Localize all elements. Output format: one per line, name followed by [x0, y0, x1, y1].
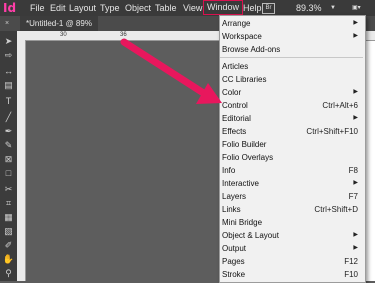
close-icon[interactable]: ×: [5, 16, 9, 31]
menu-separator: [220, 57, 363, 58]
bridge-button[interactable]: Br: [262, 3, 275, 14]
menu-item-label: Interactive: [222, 179, 259, 188]
menu-view[interactable]: View: [183, 0, 202, 16]
menu-item-label: CC Libraries: [222, 75, 267, 84]
menu-item-label: Articles: [222, 62, 249, 71]
tools-panel: ➤ ⇨ ↔ ▤ T ╱ ✒ ✎ ⊠ □ ✂ ⌗ ▦ ▧ ✐ ✋ ⚲: [0, 31, 17, 281]
hand-tool-icon[interactable]: ✋: [2, 253, 15, 266]
submenu-arrow-icon: ▶: [353, 115, 358, 121]
menu-item-label: Folio Overlays: [222, 153, 274, 162]
menu-item-info[interactable]: Info F8: [222, 164, 362, 177]
menu-item-pages[interactable]: Pages F12: [222, 255, 362, 268]
free-transform-tool-icon[interactable]: ⌗: [2, 197, 15, 210]
menu-edit[interactable]: Edit: [50, 0, 66, 16]
menu-table[interactable]: Table: [155, 0, 177, 16]
scissors-tool-icon[interactable]: ✂: [2, 183, 15, 196]
menu-item-shortcut: Ctrl+Shift+D: [314, 205, 358, 214]
menu-item-label: Color: [222, 88, 242, 97]
menu-item-object-layout[interactable]: Object & Layout ▶: [222, 229, 362, 242]
menu-item-label: Workspace: [222, 32, 262, 41]
menu-item-label: Info: [222, 166, 236, 175]
menu-item-shortcut: Ctrl+Shift+F10: [306, 127, 358, 136]
submenu-arrow-icon: ▶: [353, 33, 358, 39]
gradient-feather-tool-icon[interactable]: ▧: [2, 225, 15, 238]
type-tool-icon[interactable]: T: [2, 95, 15, 108]
gradient-tool-icon[interactable]: ▦: [2, 211, 15, 224]
menu-item-label: Object & Layout: [222, 231, 279, 240]
menu-item-cc-libraries[interactable]: CC Libraries: [222, 73, 362, 86]
selection-tool-icon[interactable]: ➤: [2, 35, 15, 48]
menu-item-label: Control: [222, 101, 248, 110]
menu-item-control[interactable]: Control Ctrl+Alt+6: [222, 99, 362, 112]
screen-mode-icon[interactable]: ▣▾: [352, 0, 361, 16]
pencil-tool-icon[interactable]: ✎: [2, 139, 15, 152]
menu-item-interactive[interactable]: Interactive ▶: [222, 177, 362, 190]
menu-item-effects[interactable]: Effects Ctrl+Shift+F10: [222, 125, 362, 138]
rectangle-frame-tool-icon[interactable]: ⊠: [2, 153, 15, 166]
submenu-arrow-icon: ▶: [353, 89, 358, 95]
menu-item-workspace[interactable]: Workspace ▶: [222, 30, 362, 43]
ruler-label: 30: [60, 32, 67, 38]
menu-layout[interactable]: Layout: [69, 0, 96, 16]
menu-file[interactable]: File: [30, 0, 45, 16]
direct-selection-tool-icon[interactable]: ⇨: [2, 49, 15, 62]
menu-item-label: Layers: [222, 192, 247, 201]
menu-item-browse-add-ons[interactable]: Browse Add-ons: [222, 43, 362, 56]
menu-item-shortcut: F10: [344, 270, 358, 279]
ruler-label: 36: [120, 32, 127, 38]
menu-window[interactable]: Window: [203, 0, 244, 15]
zoom-level[interactable]: 89.3%: [296, 0, 322, 16]
menu-item-label: Editorial: [222, 114, 251, 123]
submenu-arrow-icon: ▶: [353, 20, 358, 26]
menu-item-shortcut: Ctrl+Alt+6: [322, 101, 358, 110]
menu-item-label: Arrange: [222, 19, 251, 28]
menu-item-articles[interactable]: Articles: [222, 60, 362, 73]
gap-tool-icon[interactable]: ↔: [2, 65, 15, 78]
submenu-arrow-icon: ▶: [353, 180, 358, 186]
menu-item-shortcut: F12: [344, 257, 358, 266]
menu-item-color[interactable]: Color ▶: [222, 86, 362, 99]
menu-item-label: Pages: [222, 257, 245, 266]
zoom-tool-icon[interactable]: ⚲: [2, 267, 15, 280]
content-collector-icon[interactable]: ▤: [2, 79, 15, 92]
line-tool-icon[interactable]: ╱: [2, 111, 15, 124]
document-tab[interactable]: *Untitled-1 @ 89%: [20, 16, 98, 31]
menu-item-label: Mini Bridge: [222, 218, 263, 227]
submenu-arrow-icon: ▶: [353, 245, 358, 251]
menu-item-folio-builder[interactable]: Folio Builder: [222, 138, 362, 151]
menu-item-mini-bridge[interactable]: Mini Bridge: [222, 216, 362, 229]
submenu-arrow-icon: ▶: [353, 232, 358, 238]
menu-type[interactable]: Type: [100, 0, 120, 16]
menu-item-label: Stroke: [222, 270, 246, 279]
menu-help[interactable]: Help: [243, 0, 262, 16]
menu-object[interactable]: Object: [125, 0, 151, 16]
pen-tool-icon[interactable]: ✒: [2, 125, 15, 138]
menu-item-shortcut: F8: [348, 166, 358, 175]
indesign-logo: Id: [3, 1, 17, 15]
menu-item-stroke[interactable]: Stroke F10: [222, 268, 362, 281]
menu-item-shortcut: F7: [348, 192, 358, 201]
rectangle-tool-icon[interactable]: □: [2, 167, 15, 180]
menu-item-label: Browse Add-ons: [222, 45, 281, 54]
vertical-ruler: [17, 40, 26, 281]
zoom-dropdown-icon[interactable]: ▼: [330, 0, 336, 16]
menu-item-label: Links: [222, 205, 241, 214]
menu-item-output[interactable]: Output ▶: [222, 242, 362, 255]
menu-item-arrange[interactable]: Arrange ▶: [222, 17, 362, 30]
menu-item-editorial[interactable]: Editorial ▶: [222, 112, 362, 125]
menu-item-label: Effects: [222, 127, 247, 136]
menu-item-label: Folio Builder: [222, 140, 267, 149]
menu-item-label: Output: [222, 244, 247, 253]
menu-item-links[interactable]: Links Ctrl+Shift+D: [222, 203, 362, 216]
menu-item-folio-overlays[interactable]: Folio Overlays: [222, 151, 362, 164]
menu-item-layers[interactable]: Layers F7: [222, 190, 362, 203]
note-tool-icon[interactable]: ✐: [2, 239, 15, 252]
